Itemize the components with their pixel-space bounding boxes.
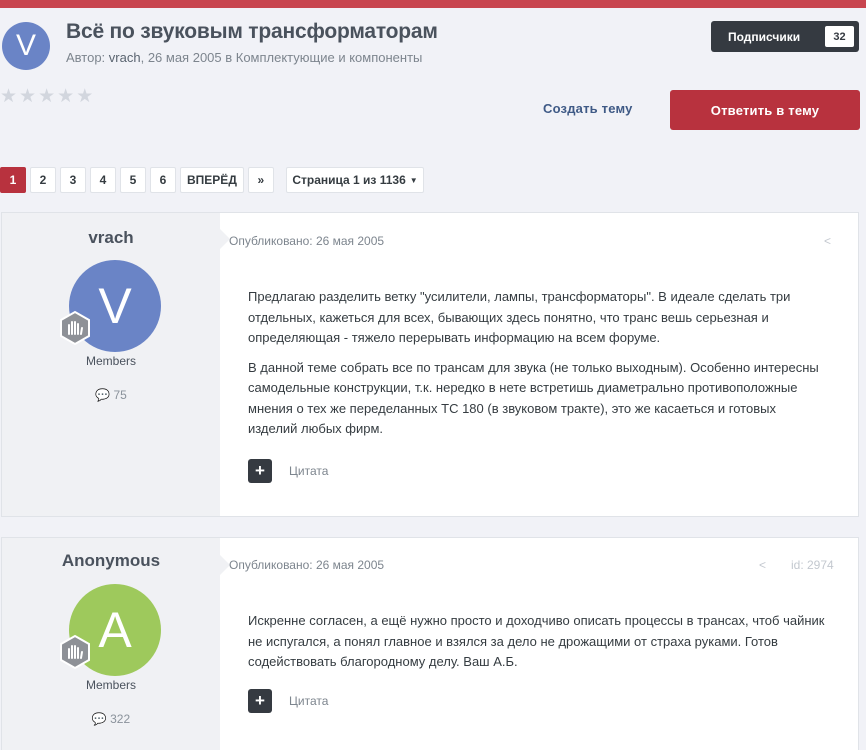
comment-icon: 💬 <box>95 388 111 402</box>
post-count: 💬 75 <box>2 388 220 402</box>
post-content: Предлагаю разделить ветку "усилители, ла… <box>248 287 828 449</box>
star-icon[interactable]: ★ <box>19 87 36 106</box>
topic-date-forum: , 26 мая 2005 в Комплектующие и компонен… <box>140 50 423 65</box>
author-link[interactable]: vrach <box>109 50 141 65</box>
star-icon[interactable]: ★ <box>0 87 17 106</box>
page-1-button[interactable]: 1 <box>0 167 26 193</box>
reply-topic-button[interactable]: Ответить в тему <box>670 90 860 130</box>
rank-badge-icon <box>60 310 90 346</box>
post-author-name[interactable]: vrach <box>2 228 220 248</box>
followers-label: Подписчики <box>728 29 801 44</box>
followers-button[interactable]: Подписчики 32 <box>711 21 859 52</box>
pagination: 1 2 3 4 5 6 ВПЕРЁД » <box>0 167 274 193</box>
star-icon[interactable]: ★ <box>57 87 74 106</box>
share-icon[interactable]: < <box>824 234 831 248</box>
post-paragraph: Искренне согласен, а ещё нужно просто и … <box>248 613 825 669</box>
quote-link[interactable]: Цитата <box>289 464 328 478</box>
page-3-button[interactable]: 3 <box>60 167 86 193</box>
topic-meta: Автор: vrach, 26 мая 2005 в Комплектующи… <box>66 50 422 65</box>
page-4-button[interactable]: 4 <box>90 167 116 193</box>
post-id: id: 2974 <box>791 558 834 572</box>
rating-stars[interactable]: ★ ★ ★ ★ ★ <box>0 87 93 106</box>
star-icon[interactable]: ★ <box>76 87 93 106</box>
author-prefix: Автор: <box>66 50 106 65</box>
topic-author-avatar[interactable]: V <box>2 22 50 70</box>
post-author-group: Members <box>85 678 136 692</box>
page-title: Всё по звуковым трансформаторам <box>66 20 438 43</box>
post-count-value: 322 <box>110 712 131 726</box>
followers-count: 32 <box>825 26 854 47</box>
post-author-group: Members <box>85 354 136 368</box>
post-paragraph: В данной теме собрать все по трансам для… <box>248 359 819 437</box>
post-content: Искренне согласен, а ещё нужно просто и … <box>248 611 828 682</box>
star-icon[interactable]: ★ <box>38 87 55 106</box>
page-5-button[interactable]: 5 <box>120 167 146 193</box>
share-icon[interactable]: < <box>759 558 766 572</box>
top-accent-bar <box>0 0 866 8</box>
post-paragraph: Предлагаю разделить ветку "усилители, ла… <box>248 289 791 345</box>
multiquote-plus-button[interactable]: + <box>248 689 272 713</box>
post-author-name[interactable]: Anonymous <box>2 551 220 571</box>
quote-link[interactable]: Цитата <box>289 694 328 708</box>
last-page-button[interactable]: » <box>247 167 274 193</box>
rank-badge-icon <box>60 634 90 670</box>
post-count: 💬 322 <box>2 712 220 726</box>
post-date[interactable]: Опубликовано: 26 мая 2005 <box>229 234 384 248</box>
next-page-button[interactable]: ВПЕРЁД <box>180 167 244 193</box>
page-jump-label: Страница 1 из 1136 <box>292 173 406 187</box>
post-card: Anonymous A Members 💬 322 Опубликовано: … <box>1 537 859 750</box>
post-count-value: 75 <box>113 388 127 402</box>
post-card: vrach V Members 💬 75 Опубликовано: 26 ма… <box>1 212 859 517</box>
page-2-button[interactable]: 2 <box>30 167 56 193</box>
comment-icon: 💬 <box>91 712 107 726</box>
create-topic-link[interactable]: Создать тему <box>543 101 633 116</box>
post-date[interactable]: Опубликовано: 26 мая 2005 <box>229 558 384 572</box>
multiquote-plus-button[interactable]: + <box>248 459 272 483</box>
caret-down-icon: ▼ <box>409 175 418 185</box>
page-jump-dropdown[interactable]: Страница 1 из 1136 ▼ <box>286 167 424 193</box>
page-6-button[interactable]: 6 <box>150 167 176 193</box>
